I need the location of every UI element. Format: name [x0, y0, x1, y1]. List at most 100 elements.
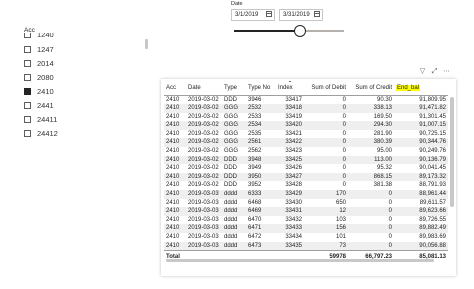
filter-icon[interactable]: ▽ — [419, 68, 426, 75]
calendar-icon[interactable] — [314, 11, 320, 17]
table-row[interactable]: 2410 2019-03-03 dddd 6333 33429 170 0 88,961.44 — [164, 190, 448, 199]
col-header-type[interactable]: Type — [222, 81, 246, 96]
col-header-end-bal[interactable]: End_bal — [394, 81, 448, 96]
table-row[interactable]: 2410 2019-03-03 dddd 6471 33433 156 0 89,882.49 — [164, 224, 448, 233]
table-row[interactable]: 2410 2019-03-03 dddd 6473 33435 73 0 90,056.88 — [164, 241, 448, 251]
table-vertical-scrollbar[interactable] — [450, 93, 454, 213]
acc-item[interactable]: 2080 — [24, 72, 54, 83]
cell-debit: 156 — [304, 224, 348, 233]
checkbox[interactable] — [24, 102, 31, 109]
cell-date: 2019-03-03 — [186, 207, 222, 216]
cell-debit: 0 — [304, 172, 348, 182]
acc-item-label: 2080 — [37, 73, 54, 82]
acc-item[interactable]: 2410 — [24, 86, 54, 97]
cell-index: 33422 — [276, 138, 304, 148]
cell-index: 33417 — [285, 96, 302, 103]
table-row[interactable]: 2410 2019-03-02 DDD 3952 33428 0 381.38 88,791.… — [164, 181, 448, 190]
acc-item[interactable]: 1247 — [24, 44, 54, 55]
table-row[interactable]: 2410 2019-03-03 dddd 6472 33434 101 0 89,983.69 — [164, 233, 448, 242]
col-header-credit[interactable]: Sum of Credit — [348, 81, 394, 96]
checkbox[interactable] — [24, 60, 31, 67]
table-row[interactable]: 2410 2019-03-03 dddd 6468 33430 650 0 89,611.57 — [164, 199, 448, 208]
cell-index: 33435 — [276, 241, 304, 251]
table-row[interactable]: 2410 2019-03-02 GGG 2562 33423 0 95.00 90,249.7… — [164, 147, 448, 156]
cell-date: 2019-03-02 — [188, 113, 219, 120]
cell-acc: 2410 — [164, 207, 186, 216]
cell-acc: 2410 — [166, 148, 180, 155]
acc-item[interactable]: 2441 — [24, 100, 54, 111]
table-row[interactable]: 2410 2019-03-02 DDD 3949 33426 0 95.32 90,041.4… — [164, 164, 448, 173]
checkbox[interactable] — [24, 130, 31, 137]
cell-end-bal: 90,249.76 — [419, 148, 446, 155]
table-row[interactable]: 2410 2019-03-03 dddd 6470 33432 103 0 89,726.55 — [164, 216, 448, 225]
cell-debit: 0 — [304, 104, 348, 113]
cell-debit: 12 — [304, 207, 348, 216]
cell-index: 33426 — [285, 165, 302, 172]
cell-type-no: 6468 — [248, 199, 262, 206]
checkbox[interactable] — [24, 116, 31, 123]
cell-date: 2019-03-02 — [188, 182, 219, 189]
date-slicer-title: Date — [231, 1, 243, 7]
checkbox[interactable] — [24, 33, 31, 38]
cell-acc: 2410 — [164, 241, 186, 251]
cell-debit: 0 — [342, 165, 346, 172]
cell-index: 33420 — [276, 121, 304, 130]
focus-mode-icon[interactable]: ⤢ — [431, 68, 438, 75]
table-row[interactable]: 2410 2019-03-02 GGG 2533 33419 0 169.50 91,301.… — [164, 113, 448, 122]
cell-credit: 0 — [348, 190, 394, 199]
cell-end-bal: 89,726.55 — [419, 216, 446, 223]
calendar-icon[interactable] — [266, 11, 272, 17]
cell-end-bal: 91,007.15 — [394, 121, 448, 130]
cell-date: 2019-03-03 — [186, 190, 222, 199]
cell-index: 33419 — [285, 113, 302, 120]
acc-item[interactable]: 24411 — [24, 114, 57, 125]
cell-debit: 0 — [342, 96, 346, 103]
table-row[interactable]: 2410 2019-03-02 DDD 3948 33425 0 113.00 90,136.… — [164, 155, 448, 165]
cell-acc: 2410 — [166, 182, 180, 189]
cell-end-bal: 88,791.93 — [419, 182, 446, 189]
cell-credit: 0 — [388, 216, 392, 223]
acc-item-label: 24411 — [37, 115, 58, 124]
col-header-type-no[interactable]: Type No — [246, 81, 276, 96]
cell-index: 33428 — [285, 182, 302, 189]
col-header-end-bal-label: End_bal — [396, 84, 421, 91]
cell-credit: 294.30 — [348, 121, 394, 130]
more-options-icon[interactable]: ⋯ — [443, 68, 450, 75]
acc-item[interactable]: 24412 — [24, 128, 58, 139]
table-row[interactable]: 2410 2019-03-02 GGG 2535 33421 0 281.90 90,725.… — [164, 130, 448, 139]
acc-item[interactable]: 2014 — [24, 58, 54, 69]
cell-date: 2019-03-03 — [188, 234, 219, 240]
acc-item-label: 1240 — [37, 33, 54, 39]
cell-debit: 0 — [304, 155, 348, 165]
checkbox[interactable] — [24, 46, 31, 53]
cell-credit: 90.30 — [376, 96, 392, 103]
table-row[interactable]: 2410 2019-03-02 GGG 2561 33422 0 380.39 90,344.… — [164, 138, 448, 148]
col-header-acc[interactable]: Acc — [164, 81, 186, 96]
date-slider-handle[interactable] — [294, 25, 306, 37]
vertical-scroll-thumb[interactable] — [450, 97, 454, 207]
table-row[interactable]: 2410 2019-03-03 dddd 6469 33431 12 0 89,623.66 — [164, 207, 448, 216]
table-row[interactable]: 2410 2019-03-02 DDD 3946 33417 0 90.30 91,809.9… — [164, 95, 448, 104]
cell-acc: 2410 — [164, 224, 186, 233]
acc-item[interactable]: 1240 — [24, 33, 54, 40]
acc-item-label: 2441 — [37, 101, 54, 110]
horizontal-scroll-thumb[interactable] — [166, 259, 434, 262]
col-header-date[interactable]: Date — [186, 81, 222, 96]
cell-acc: 2410 — [164, 104, 186, 113]
cell-end-bal: 90,136.79 — [394, 155, 448, 165]
cell-index: 33429 — [276, 190, 304, 199]
table-row[interactable]: 2410 2019-03-02 GGG 2534 33420 0 294.30 91,007.… — [164, 121, 448, 130]
table-horizontal-scrollbar[interactable] — [164, 259, 448, 263]
checkbox-checked[interactable] — [24, 88, 31, 95]
table-row[interactable]: 2410 2019-03-02 GGG 2532 33418 0 338.13 91,471.… — [164, 104, 448, 113]
col-header-index[interactable]: ▲ Index — [276, 81, 304, 96]
acc-slicer-scrollbar[interactable] — [145, 39, 148, 49]
cell-acc: 2410 — [164, 190, 186, 199]
cell-acc: 2410 — [166, 165, 180, 172]
col-header-debit[interactable]: Sum of Debit — [304, 81, 348, 96]
checkbox[interactable] — [24, 74, 31, 81]
start-date-value: 3/1/2019 — [235, 12, 259, 18]
cell-type: dddd — [224, 216, 238, 223]
cell-type: DDD — [224, 96, 237, 103]
table-row[interactable]: 2410 2019-03-02 DDD 3950 33427 0 868.15 89,173.… — [164, 172, 448, 182]
